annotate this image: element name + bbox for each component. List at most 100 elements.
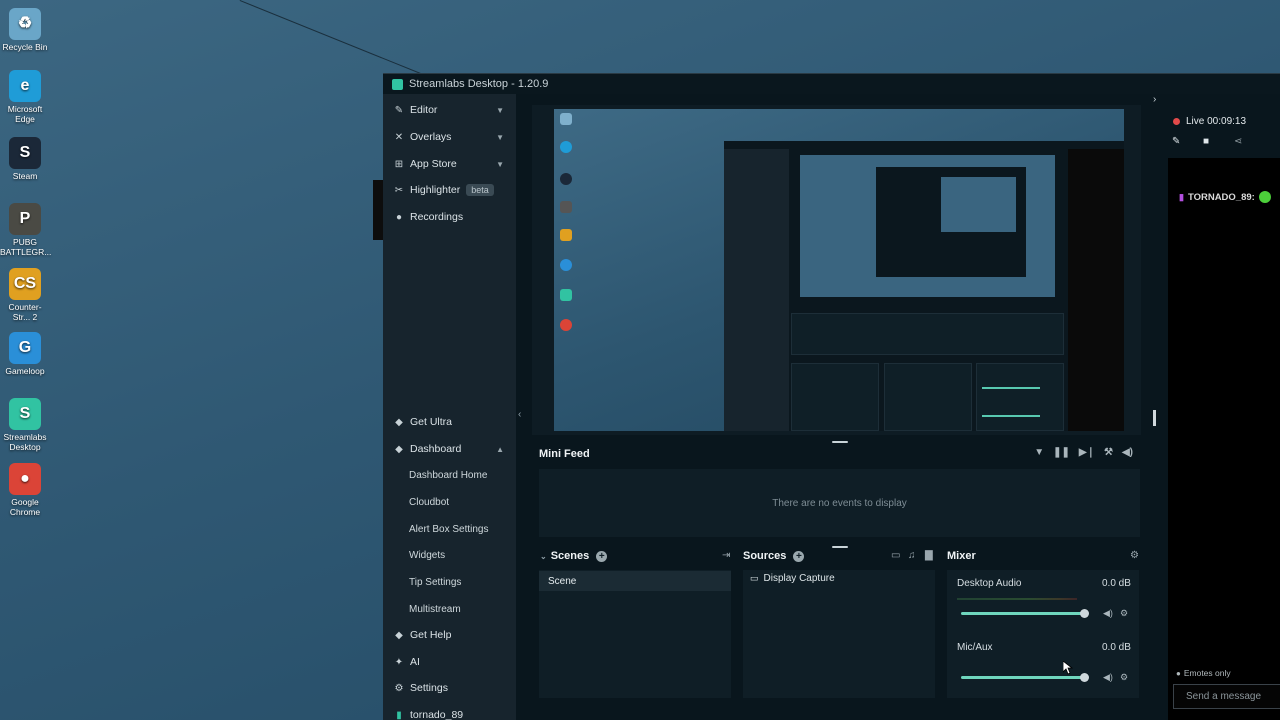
desktop-shortcut-label: Streamlabs Desktop bbox=[3, 432, 47, 452]
mouse-cursor-icon bbox=[1063, 661, 1073, 675]
add-source-icon[interactable]: + bbox=[793, 550, 805, 562]
stream-preview[interactable] bbox=[532, 105, 1141, 435]
preview-nested-sidebar bbox=[724, 149, 789, 431]
source-item[interactable]: ▭ Display Capture bbox=[750, 573, 835, 584]
preview-chrome-icon bbox=[560, 319, 572, 331]
sources-panel bbox=[743, 570, 935, 698]
expand-chevron-icon[interactable]: › bbox=[1153, 94, 1156, 105]
streamlabs-window: Streamlabs Desktop - 1.20.9 ✎ Editor ▼ ✕… bbox=[383, 73, 1280, 720]
editor-icon: ✎ bbox=[394, 104, 404, 116]
sidebar: ✎ Editor ▼ ✕ Overlays ▼ ⊞ App Store ▼ ✂ … bbox=[383, 94, 516, 720]
edit-icon[interactable]: ✎ bbox=[1172, 136, 1180, 147]
resize-handle[interactable] bbox=[832, 546, 848, 548]
filter-icon[interactable]: ▼ bbox=[1034, 447, 1044, 458]
sidebar-sub-alert-box-settings[interactable]: Alert Box Settings bbox=[409, 521, 488, 537]
desktop-shortcut-label: Google Chrome bbox=[9, 497, 41, 517]
desktop-shortcut[interactable]: CS Counter-Str... 2 bbox=[0, 268, 50, 322]
preview-edge-icon bbox=[560, 141, 572, 153]
minifeed-title: Mini Feed bbox=[539, 448, 590, 460]
chrome-icon: ● bbox=[9, 463, 41, 495]
source-folder-icon[interactable]: ▇ bbox=[925, 550, 933, 561]
pause-icon[interactable]: ❚❚ bbox=[1053, 447, 1070, 458]
scene-item-label: Scene bbox=[548, 575, 577, 587]
share-icon[interactable]: ⋖ bbox=[1234, 136, 1242, 147]
minifeed-header: Mini Feed ▼ ❚❚ ▶❘ ⚒ ◀) bbox=[532, 444, 1141, 464]
recordings-icon: ● bbox=[395, 211, 403, 223]
sidebar-sub-multistream[interactable]: Multistream bbox=[409, 601, 461, 617]
chevron-down-icon[interactable]: ▼ bbox=[496, 160, 504, 169]
preview-slider bbox=[982, 387, 1040, 389]
sidebar-item-overlays[interactable]: ✕ Overlays ▼ bbox=[383, 127, 516, 147]
sidebar-item-editor[interactable]: ✎ Editor ▼ bbox=[383, 100, 516, 120]
chevron-down-icon[interactable]: ▼ bbox=[496, 106, 504, 115]
sidebar-item-dashboard[interactable]: ◆ Dashboard ▲ bbox=[383, 439, 516, 459]
window-shadow bbox=[373, 180, 383, 240]
chevron-down-icon[interactable]: ▼ bbox=[496, 133, 504, 142]
preview-cs-icon bbox=[560, 229, 572, 241]
scene-transitions-icon[interactable]: ⇥ bbox=[722, 550, 730, 561]
preview-chat bbox=[1068, 149, 1124, 431]
desktop-shortcut-label: Counter-Str... 2 bbox=[8, 302, 42, 322]
speaker-icon[interactable]: ◀) bbox=[1103, 672, 1113, 683]
desktop-shortcut[interactable]: G Gameloop bbox=[0, 332, 50, 376]
sidebar-user[interactable]: ▮ tornado_89 bbox=[383, 708, 516, 720]
skip-icon[interactable]: ▶❘ bbox=[1079, 447, 1095, 458]
camera-icon[interactable]: ■ bbox=[1203, 136, 1209, 147]
emotes-only-text: Emotes only bbox=[1183, 668, 1231, 678]
sidebar-item-label: Highlighter bbox=[410, 184, 461, 196]
desktop-shortcut-label: PUBG BATTLEGR... bbox=[0, 237, 52, 257]
mixer-settings-icon[interactable]: ⚙ bbox=[1130, 550, 1139, 561]
desktop-shortcut[interactable]: S Steam bbox=[0, 137, 50, 181]
desktop-shortcut-label: Recycle Bin bbox=[2, 42, 48, 52]
volume-icon[interactable]: ◀) bbox=[1122, 447, 1133, 458]
resize-handle[interactable] bbox=[832, 441, 848, 443]
chat-username[interactable]: TORNADO_89: bbox=[1188, 192, 1255, 203]
scene-item[interactable]: Scene bbox=[539, 571, 731, 591]
desktop-shortcut[interactable]: ● Google Chrome bbox=[0, 463, 50, 517]
source-audio-icon[interactable]: ♫ bbox=[908, 550, 916, 561]
volume-slider-knob[interactable] bbox=[1080, 609, 1089, 618]
desktop-shortcut[interactable]: P PUBG BATTLEGR... bbox=[0, 203, 52, 257]
sidebar-item-recordings[interactable]: ● Recordings bbox=[383, 207, 516, 227]
desktop-shortcut-label: Steam bbox=[12, 171, 38, 181]
desktop-shortcut[interactable]: ♻ Recycle Bin bbox=[0, 8, 50, 52]
sidebar-sub-widgets[interactable]: Widgets bbox=[409, 547, 445, 563]
minifeed-empty-text: There are no events to display bbox=[772, 497, 907, 509]
speaker-icon[interactable]: ◀) bbox=[1103, 608, 1113, 619]
mute-alerts-icon[interactable]: ⚒ bbox=[1104, 447, 1113, 458]
mixer-header: Mixer bbox=[947, 547, 976, 565]
sidebar-item-get-help[interactable]: ◆ Get Help bbox=[383, 625, 516, 645]
chat-input[interactable]: Send a message bbox=[1173, 684, 1280, 709]
minifeed-toolbar: ▼ ❚❚ ▶❘ ⚒ ◀) bbox=[1034, 447, 1133, 458]
collapse-sidebar-icon[interactable]: ‹ bbox=[518, 409, 521, 420]
volume-slider[interactable] bbox=[961, 612, 1085, 615]
volume-slider[interactable] bbox=[961, 676, 1085, 679]
source-display-icon[interactable]: ▭ bbox=[891, 550, 900, 561]
preview-canvas bbox=[554, 109, 1124, 431]
user-icon: ▮ bbox=[396, 709, 402, 720]
mixer-channel-db: 0.0 dB bbox=[1102, 578, 1131, 589]
sidebar-sub-dashboard-home[interactable]: Dashboard Home bbox=[409, 467, 487, 483]
preview-mixer bbox=[976, 363, 1064, 431]
volume-slider-knob[interactable] bbox=[1080, 673, 1089, 682]
desktop-shortcut[interactable]: S Streamlabs Desktop bbox=[0, 398, 50, 452]
sidebar-item-label: Recordings bbox=[410, 211, 464, 223]
chevron-up-icon[interactable]: ▲ bbox=[496, 445, 504, 454]
sidebar-sub-cloudbot[interactable]: Cloudbot bbox=[409, 494, 449, 510]
sidebar-item-get-ultra[interactable]: ◆ Get Ultra bbox=[383, 412, 516, 432]
sidebar-item-settings[interactable]: ⚙ Settings bbox=[383, 678, 516, 698]
mixer-channel-db: 0.0 dB bbox=[1102, 642, 1131, 653]
sidebar-item-ai[interactable]: ✦ AI bbox=[383, 652, 516, 672]
sidebar-item-label: Settings bbox=[410, 682, 448, 694]
sidebar-item-highlighter[interactable]: ✂ Highlighter beta bbox=[383, 180, 516, 200]
sidebar-item-app-store[interactable]: ⊞ App Store ▼ bbox=[383, 154, 516, 174]
add-scene-icon[interactable]: + bbox=[596, 550, 608, 562]
sidebar-sub-tip-settings[interactable]: Tip Settings bbox=[409, 574, 461, 590]
collapse-icon[interactable]: ⌄ bbox=[540, 552, 547, 561]
desktop-shortcut[interactable]: e Microsoft Edge bbox=[0, 70, 50, 124]
sidebar-item-label: Dashboard bbox=[410, 443, 462, 455]
preview-nested-canvas-2 bbox=[941, 177, 1016, 232]
gear-icon[interactable]: ⚙ bbox=[1120, 608, 1128, 619]
gear-icon[interactable]: ⚙ bbox=[1120, 672, 1128, 683]
preview-scrollbar[interactable] bbox=[1153, 410, 1156, 426]
